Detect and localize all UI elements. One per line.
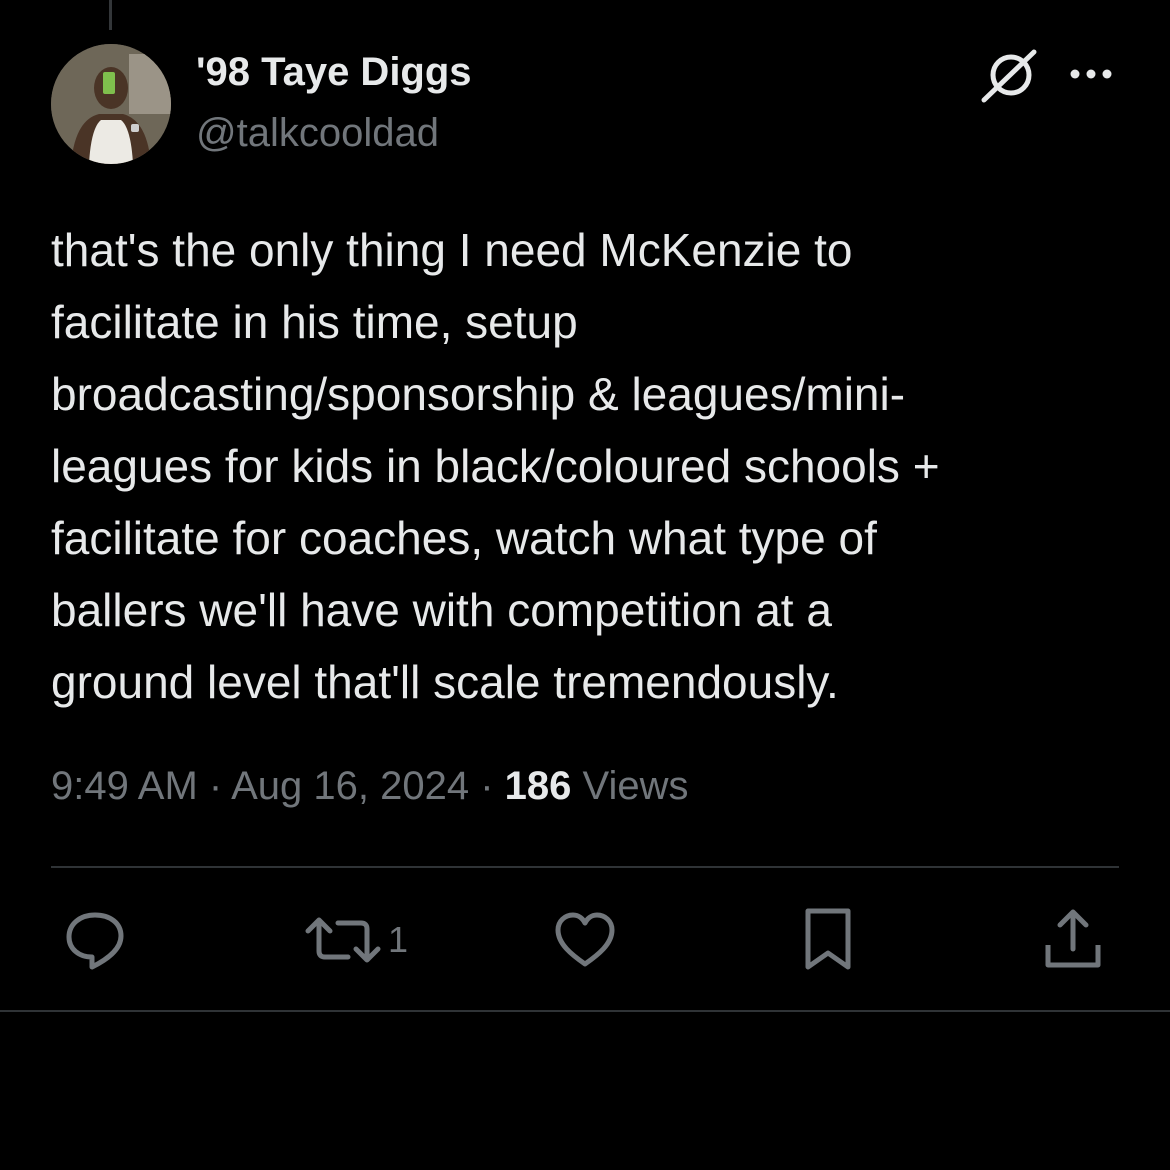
reply-icon (66, 912, 124, 970)
more-options-icon[interactable] (1068, 66, 1114, 82)
tweet-text-line: facilitate in his time, setup (51, 296, 578, 348)
grok-icon[interactable] (978, 46, 1040, 106)
views-label: Views (571, 764, 689, 808)
tweet-text-line: facilitate for coaches, watch what type … (51, 512, 877, 564)
tweet-text-line: leagues for kids in black/coloured schoo… (51, 440, 940, 492)
like-button[interactable] (552, 908, 618, 972)
repost-icon (305, 917, 381, 963)
bookmark-icon (805, 908, 851, 970)
user-handle[interactable]: @talkcooldad (196, 111, 439, 156)
repost-count: 1 (388, 919, 409, 960)
tweet-text-line: ground level that'll scale tremendously. (51, 656, 839, 708)
tweet-text: that's the only thing I need McKenzie to… (51, 214, 1121, 718)
thread-connector-line (109, 0, 112, 30)
reply-button[interactable] (64, 908, 126, 972)
tweet-text-line: that's the only thing I need McKenzie to (51, 224, 853, 276)
tweet-time[interactable]: 9:49 AM (51, 764, 198, 808)
tweet-text-line: broadcasting/sponsorship & leagues/mini- (51, 368, 906, 420)
tweet-date[interactable]: Aug 16, 2024 (231, 764, 469, 808)
tweet-meta: 9:49 AM · Aug 16, 2024 · 186 Views (51, 764, 689, 809)
meta-separator: · (469, 764, 505, 808)
repost-button[interactable]: 1 (304, 908, 408, 972)
avatar[interactable] (51, 44, 171, 164)
divider (0, 1010, 1170, 1012)
bookmark-button[interactable] (798, 908, 858, 972)
profile-photo-icon (51, 44, 171, 164)
meta-separator: · (197, 764, 232, 808)
heart-icon (555, 912, 615, 967)
display-name[interactable]: '98 Taye Diggs (196, 50, 472, 95)
tweet-text-line: ballers we'll have with competition at a (51, 584, 832, 636)
views-count: 186 (504, 764, 572, 808)
share-button[interactable] (1040, 908, 1106, 972)
share-icon (1045, 909, 1101, 968)
divider (51, 866, 1119, 868)
